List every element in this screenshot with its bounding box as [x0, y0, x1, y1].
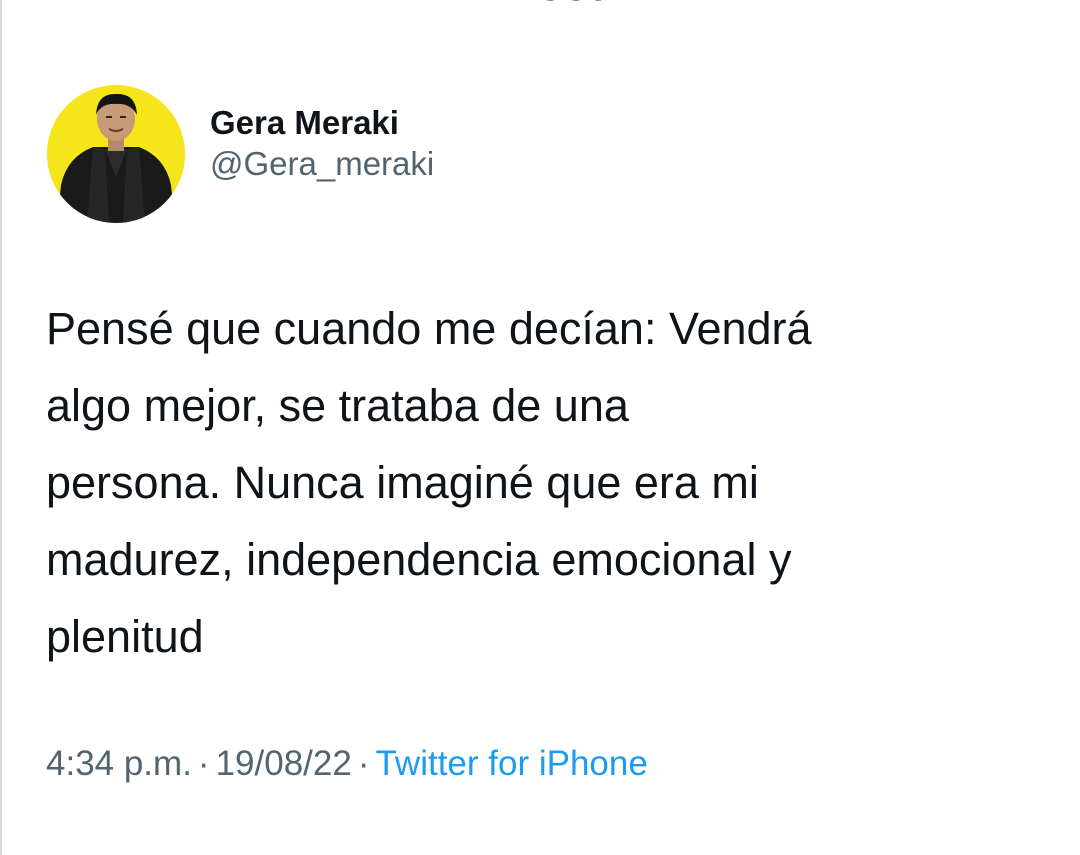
display-name[interactable]: Gera Meraki — [210, 103, 434, 143]
screenshot-border — [0, 0, 2, 855]
author-names: Gera Meraki @Gera_meraki — [210, 103, 434, 185]
tweet-text-line: algo mejor, se trataba de una — [46, 380, 629, 431]
tweet-source-link[interactable]: Twitter for iPhone — [375, 744, 647, 783]
page-title: Tweet — [0, 0, 1080, 8]
meta-separator: · — [197, 744, 210, 783]
tweet-date[interactable]: 19/08/22 — [216, 744, 352, 783]
user-handle[interactable]: @Gera_meraki — [210, 143, 434, 185]
tweet-text: Pensé que cuando me decían: Vendrá algo … — [46, 290, 1046, 675]
avatar[interactable] — [47, 85, 185, 223]
tweet-author[interactable]: Gera Meraki @Gera_meraki — [47, 85, 434, 223]
tweet-time[interactable]: 4:34 p.m. — [46, 744, 192, 783]
meta-separator: · — [357, 744, 370, 783]
tweet-text-line: persona. Nunca imaginé que era mi — [46, 457, 759, 508]
tweet-metadata: 4:34 p.m. · 19/08/22 · Twitter for iPhone — [46, 740, 648, 788]
tweet-text-line: Pensé que cuando me decían: Vendrá — [46, 303, 812, 354]
tweet-text-line: madurez, independencia emocional y — [46, 534, 792, 585]
user-avatar-photo-icon — [47, 85, 185, 223]
tweet-text-line: plenitud — [46, 611, 204, 662]
